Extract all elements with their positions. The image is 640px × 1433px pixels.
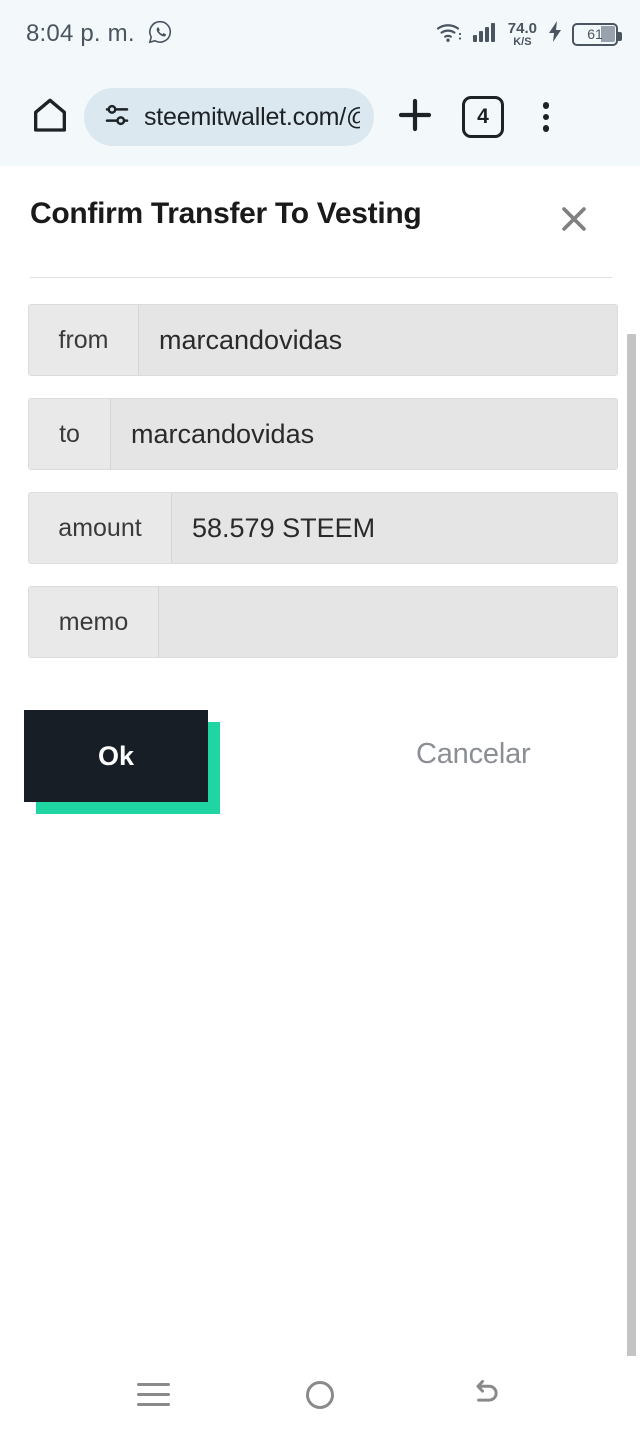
android-navigation-bar xyxy=(0,1356,640,1433)
status-bar-left: 8:04 p. m. xyxy=(26,19,173,50)
back-nav-button[interactable] xyxy=(442,1365,532,1425)
transfer-fields: from marcandovidas to marcandovidas amou… xyxy=(0,278,640,658)
home-circle-icon xyxy=(305,1380,334,1409)
new-tab-button[interactable] xyxy=(382,94,448,141)
cancel-button[interactable]: Cancelar xyxy=(416,738,531,771)
ok-button-wrapper: Ok xyxy=(24,710,220,815)
battery-icon: 61 xyxy=(572,22,622,46)
dialog-header: Confirm Transfer To Vesting xyxy=(0,166,640,243)
url-bar[interactable]: steemitwallet.com/@ xyxy=(84,88,374,146)
home-nav-button[interactable] xyxy=(275,1365,365,1425)
field-label-amount: amount xyxy=(29,493,172,563)
browser-toolbar: steemitwallet.com/@ 4 xyxy=(0,68,640,166)
field-label-to: to xyxy=(29,399,111,469)
ok-button[interactable]: Ok xyxy=(24,710,208,802)
field-value-to: marcandovidas xyxy=(111,399,617,469)
recent-line xyxy=(136,1393,170,1396)
recent-line xyxy=(136,1403,170,1406)
back-arrow-icon xyxy=(469,1377,505,1412)
url-text[interactable]: steemitwallet.com/@ xyxy=(144,103,360,132)
close-x-icon xyxy=(557,202,591,241)
status-bar: 8:04 p. m. 74.0 K/S 61 xyxy=(0,0,640,68)
home-icon xyxy=(30,95,70,140)
field-label-memo: memo xyxy=(29,587,159,657)
network-speed-indicator: 74.0 K/S xyxy=(508,21,537,48)
recent-line xyxy=(136,1383,170,1386)
status-bar-right: 74.0 K/S 61 xyxy=(436,20,622,48)
recent-apps-icon xyxy=(136,1383,170,1406)
menu-dot xyxy=(542,125,550,132)
tab-switcher-button[interactable]: 4 xyxy=(448,96,518,138)
recent-apps-button[interactable] xyxy=(108,1365,198,1425)
home-button[interactable] xyxy=(22,95,78,140)
page-title: Confirm Transfer To Vesting xyxy=(30,197,422,230)
network-speed-value: 74.0 xyxy=(507,19,537,37)
field-row-to: to marcandovidas xyxy=(28,398,618,470)
field-value-amount: 58.579 STEEM xyxy=(172,493,617,563)
page-scrollbar[interactable] xyxy=(627,334,636,1356)
field-row-memo: memo xyxy=(28,586,618,658)
cellular-signal-icon xyxy=(472,21,498,48)
three-dot-menu-icon[interactable] xyxy=(518,102,574,132)
tune-sliders-icon[interactable] xyxy=(102,100,132,135)
field-row-amount: amount 58.579 STEEM xyxy=(28,492,618,564)
page-content: Confirm Transfer To Vesting from marcand… xyxy=(0,166,640,1356)
field-value-memo xyxy=(159,587,617,657)
field-value-from: marcandovidas xyxy=(139,305,617,375)
tab-count-badge: 4 xyxy=(462,96,504,138)
charging-bolt-icon xyxy=(547,20,563,48)
battery-fill xyxy=(601,26,615,42)
plus-icon xyxy=(394,94,436,141)
close-button[interactable] xyxy=(552,199,596,243)
menu-dot xyxy=(542,102,550,109)
status-clock: 8:04 p. m. xyxy=(26,20,135,47)
field-label-from: from xyxy=(29,305,139,375)
dialog-actions: Ok Cancelar xyxy=(0,710,640,815)
menu-dot xyxy=(542,113,550,121)
wifi-icon xyxy=(436,21,463,48)
field-row-from: from marcandovidas xyxy=(28,304,618,376)
whatsapp-icon xyxy=(147,19,173,50)
network-speed-unit: K/S xyxy=(513,35,532,48)
battery-level-label: 61 xyxy=(587,26,603,42)
